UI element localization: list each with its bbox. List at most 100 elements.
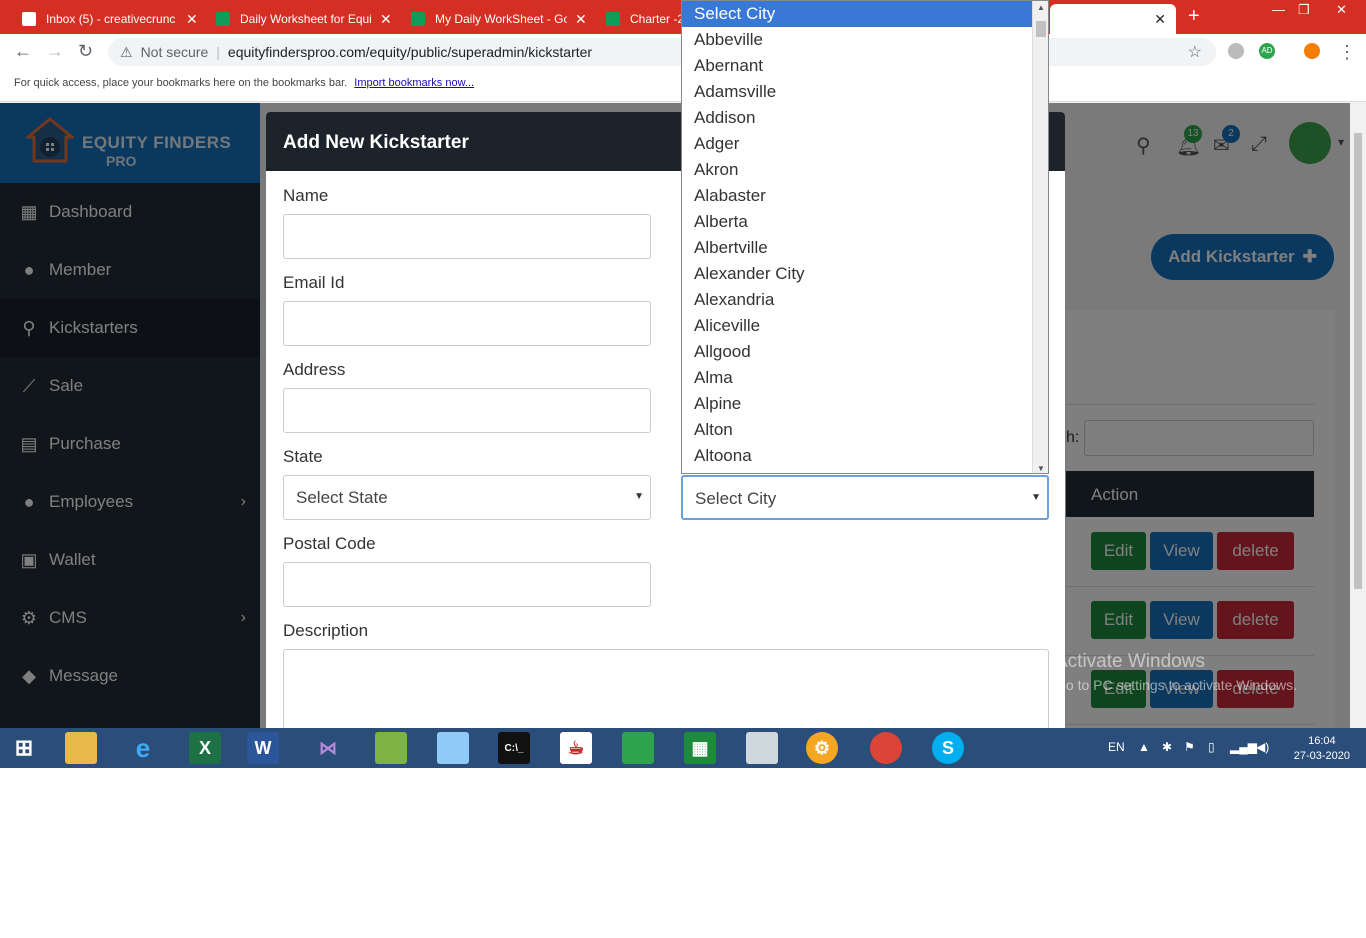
browser-tab[interactable]: My Daily WorkSheet - Go ✕ bbox=[403, 4, 595, 34]
document-app-icon[interactable] bbox=[746, 732, 778, 764]
postal-code-input[interactable] bbox=[283, 562, 651, 607]
city-option[interactable]: Alabaster bbox=[682, 183, 1048, 209]
new-tab-icon[interactable]: + bbox=[1188, 5, 1200, 28]
city-option[interactable]: Aliceville bbox=[682, 313, 1048, 339]
visual-studio-icon[interactable]: ⋈ bbox=[312, 732, 344, 764]
maximize-icon[interactable]: ❐ bbox=[1298, 2, 1310, 18]
name-input[interactable] bbox=[283, 214, 651, 259]
email-input[interactable] bbox=[283, 301, 651, 346]
city-dropdown-list: Select City Abbeville Abernant Adamsville Ad… bbox=[681, 0, 1049, 474]
browser-tab[interactable]: Daily Worksheet for Equi ✕ bbox=[208, 4, 400, 34]
close-icon[interactable]: ✕ bbox=[1154, 11, 1166, 28]
bluetooth-icon[interactable]: ✱ bbox=[1162, 740, 1172, 754]
city-option[interactable]: Alexandria bbox=[682, 287, 1048, 313]
scroll-thumb[interactable] bbox=[1354, 133, 1362, 589]
tray-chevron-up-icon[interactable]: ▲ bbox=[1138, 740, 1150, 754]
bluestacks-icon[interactable] bbox=[375, 732, 407, 764]
state-select-value: Select State bbox=[296, 488, 388, 507]
forward-icon[interactable]: → bbox=[46, 41, 64, 62]
bookmarks-hint: For quick access, place your bookmarks h… bbox=[14, 77, 348, 89]
modal-title: Add New Kickstarter bbox=[283, 132, 469, 153]
flag-icon[interactable]: ⚑ bbox=[1184, 740, 1195, 754]
city-option[interactable]: Alberta bbox=[682, 209, 1048, 235]
dropdown-scrollbar[interactable]: ▲ ▼ bbox=[1032, 1, 1048, 473]
file-explorer-icon[interactable] bbox=[65, 732, 97, 764]
not-secure-label: Not secure bbox=[140, 44, 209, 60]
city-option[interactable]: Abbeville bbox=[682, 27, 1048, 53]
scroll-up-icon[interactable]: ▲ bbox=[1037, 3, 1045, 12]
network-icon[interactable]: ▂▄▆ bbox=[1230, 740, 1257, 754]
city-options: Select City Abbeville Abernant Adamsville Ad… bbox=[682, 1, 1048, 469]
close-icon[interactable]: ✕ bbox=[186, 11, 198, 28]
command-prompt-icon[interactable]: C:\_ bbox=[498, 732, 530, 764]
reload-icon[interactable]: ↻ bbox=[78, 41, 93, 62]
clock-date: 27-03-2020 bbox=[1293, 750, 1350, 762]
city-option[interactable]: Adger bbox=[682, 131, 1048, 157]
tab-title: Inbox (5) - creativecrunc bbox=[46, 12, 176, 26]
city-option[interactable]: Alexander City bbox=[682, 261, 1048, 287]
sheets-icon bbox=[411, 12, 425, 26]
close-icon[interactable]: ✕ bbox=[575, 11, 587, 28]
clock[interactable]: 16:04 27-03-2020 bbox=[1294, 734, 1350, 764]
city-select[interactable]: Select City ▼ bbox=[681, 475, 1049, 520]
notepad-icon[interactable] bbox=[437, 732, 469, 764]
extension-icon[interactable] bbox=[1228, 43, 1244, 59]
city-option[interactable]: Altoona bbox=[682, 443, 1048, 469]
city-option[interactable]: Allgood bbox=[682, 339, 1048, 365]
windows-start-icon[interactable]: ⊞ bbox=[8, 732, 40, 764]
city-option[interactable]: Adamsville bbox=[682, 79, 1048, 105]
activate-windows-hint: Go to PC settings to activate Windows. bbox=[1055, 677, 1297, 693]
menu-icon[interactable]: ⋮ bbox=[1338, 42, 1356, 63]
ad-extension-icon[interactable]: AD bbox=[1259, 43, 1275, 59]
city-option[interactable]: Select City bbox=[682, 1, 1048, 27]
battery-icon[interactable]: ▯ bbox=[1208, 740, 1215, 754]
clock-time: 16:04 bbox=[1308, 735, 1336, 747]
address-bar[interactable]: ⚠ Not secure | equityfindersproo.com/equ… bbox=[108, 38, 1216, 66]
skype-icon[interactable]: S bbox=[932, 732, 964, 764]
windows-taskbar: ⊞ e X W ⋈ C:\_ ☕︎ ▦ ⚙ S EN ▲ ✱ ⚑ ▯ ▂▄▆ ◀… bbox=[0, 728, 1366, 768]
import-bookmarks-link[interactable]: Import bookmarks now... bbox=[354, 77, 474, 89]
star-icon[interactable]: ☆ bbox=[1188, 42, 1202, 62]
divider: | bbox=[216, 44, 220, 60]
city-option[interactable]: Alpine bbox=[682, 391, 1048, 417]
back-icon[interactable]: ← bbox=[14, 41, 32, 62]
email-label: Email Id bbox=[283, 273, 345, 292]
browser-tab-active[interactable]: ✕ bbox=[1050, 4, 1176, 34]
minimize-icon[interactable]: — bbox=[1272, 2, 1285, 17]
java-icon[interactable]: ☕︎ bbox=[560, 732, 592, 764]
page-scrollbar[interactable] bbox=[1350, 103, 1366, 728]
close-icon[interactable]: ✕ bbox=[380, 11, 392, 28]
city-option[interactable]: Abernant bbox=[682, 53, 1048, 79]
address-input[interactable] bbox=[283, 388, 651, 433]
postal-code-label: Postal Code bbox=[283, 534, 376, 553]
description-textarea[interactable] bbox=[283, 649, 1049, 728]
city-option[interactable]: Akron bbox=[682, 157, 1048, 183]
metamask-icon[interactable] bbox=[1304, 43, 1320, 59]
excel-icon[interactable]: X bbox=[189, 732, 221, 764]
volume-icon[interactable]: ◀) bbox=[1256, 740, 1269, 754]
internet-explorer-icon[interactable]: e bbox=[127, 732, 159, 764]
city-option[interactable]: Addison bbox=[682, 105, 1048, 131]
browser-tab[interactable]: Inbox (5) - creativecrunc ✕ bbox=[14, 4, 206, 34]
caret-down-icon: ▼ bbox=[1031, 492, 1041, 503]
word-icon[interactable]: W bbox=[247, 732, 279, 764]
scroll-thumb[interactable] bbox=[1036, 21, 1046, 37]
state-select[interactable]: Select State ▼ bbox=[283, 475, 651, 520]
name-label: Name bbox=[283, 186, 329, 205]
sheets-icon bbox=[216, 12, 230, 26]
calculator-icon[interactable]: ▦ bbox=[684, 732, 716, 764]
store-icon[interactable] bbox=[622, 732, 654, 764]
language-indicator[interactable]: EN bbox=[1108, 740, 1125, 754]
chrome-icon[interactable] bbox=[870, 732, 902, 764]
city-option[interactable]: Alton bbox=[682, 417, 1048, 443]
tab-title: My Daily WorkSheet - Go bbox=[435, 12, 567, 26]
city-select-value: Select City bbox=[695, 489, 777, 508]
screen: Inbox (5) - creativecrunc ✕ Daily Worksh… bbox=[0, 0, 1366, 768]
settings-app-icon[interactable]: ⚙ bbox=[806, 732, 838, 764]
url-text: equityfindersproo.com/equity/public/supe… bbox=[227, 44, 593, 60]
city-option[interactable]: Alma bbox=[682, 365, 1048, 391]
window-close-icon[interactable]: ✕ bbox=[1336, 2, 1347, 18]
scroll-down-icon[interactable]: ▼ bbox=[1037, 464, 1045, 473]
city-option[interactable]: Albertville bbox=[682, 235, 1048, 261]
state-label: State bbox=[283, 447, 323, 466]
